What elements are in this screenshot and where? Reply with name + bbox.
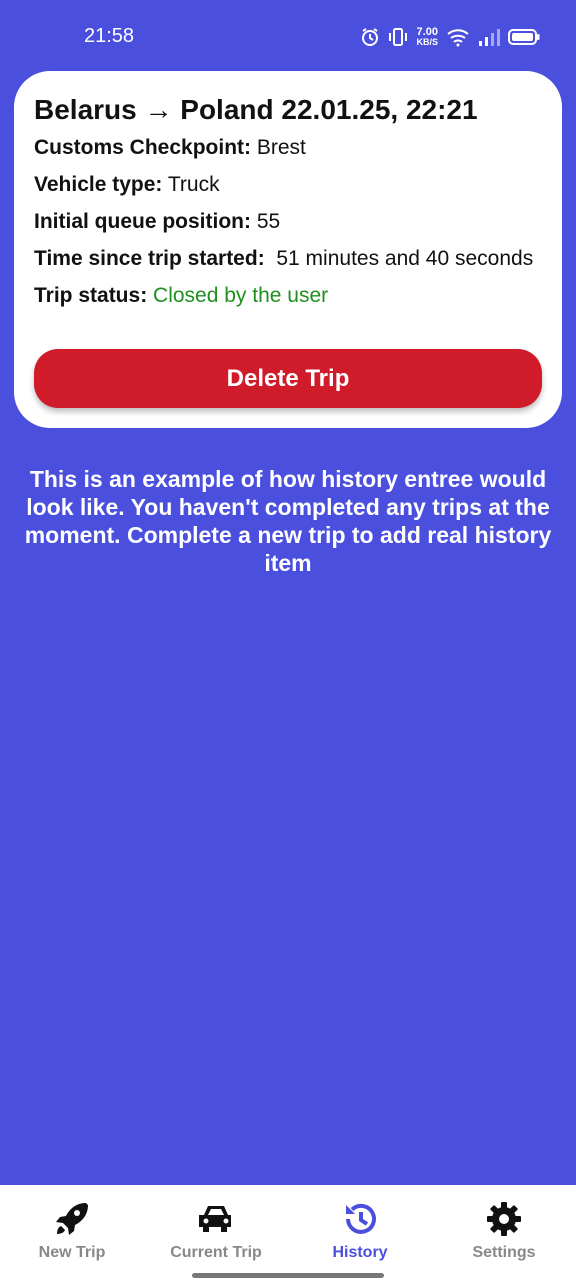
alarm-icon xyxy=(362,28,379,46)
home-indicator[interactable] xyxy=(192,1273,384,1278)
battery-icon xyxy=(508,29,540,45)
checkpoint-label: Customs Checkpoint: xyxy=(34,136,252,159)
status-icons: 7.00 KB/S xyxy=(360,24,540,50)
delete-trip-button[interactable]: Delete Trip xyxy=(34,349,542,408)
time-label: Time since trip started: xyxy=(34,247,265,270)
info-text: This is an example of how history entree… xyxy=(24,466,552,576)
car-icon xyxy=(199,1206,231,1232)
nav-history[interactable]: History xyxy=(288,1185,432,1280)
nav-label-settings: Settings xyxy=(472,1244,536,1261)
trip-title: Belarus → Poland 22.01.25, 22:21 xyxy=(34,94,478,125)
wifi-icon xyxy=(447,29,469,47)
nav-current-trip[interactable]: Current Trip xyxy=(144,1185,288,1280)
nav-label-new-trip: New Trip xyxy=(38,1244,106,1261)
nav-settings[interactable]: Settings xyxy=(432,1185,576,1280)
trip-history-card: Belarus → Poland 22.01.25, 22:21 Customs… xyxy=(14,71,562,428)
vehicle-label: Vehicle type: xyxy=(34,173,163,196)
status-row: Trip status: Closed by the user xyxy=(34,283,542,309)
bottom-nav: New Trip Current Trip History Settings xyxy=(0,1185,576,1280)
nav-label-history: History xyxy=(332,1244,388,1261)
checkpoint-row: Customs Checkpoint: Brest xyxy=(34,135,542,161)
queue-row: Initial queue position: 55 xyxy=(34,209,542,235)
nav-new-trip[interactable]: New Trip xyxy=(0,1185,144,1280)
nav-label-current-trip: Current Trip xyxy=(170,1244,262,1261)
checkpoint-value: Brest xyxy=(256,136,306,159)
vehicle-row: Vehicle type: Truck xyxy=(34,172,542,198)
status-value: Closed by the user xyxy=(153,284,329,307)
vibrate-icon xyxy=(389,28,408,46)
gear-icon xyxy=(487,1202,521,1236)
queue-value: 55 xyxy=(256,210,281,233)
time-row: Time since trip started: 51 minutes and … xyxy=(34,246,542,272)
status-bar: 21:58 7.00 KB/S xyxy=(0,0,576,72)
history-icon xyxy=(346,1203,376,1234)
signal-icon xyxy=(479,29,500,46)
net-speed: 7.00 KB/S xyxy=(416,26,438,47)
status-label: Trip status: xyxy=(34,284,148,307)
status-time: 21:58 xyxy=(84,25,135,47)
time-value: 51 minutes and 40 seconds xyxy=(276,247,534,270)
vehicle-value: Truck xyxy=(167,173,220,196)
rocket-icon xyxy=(56,1203,88,1235)
queue-label: Initial queue position: xyxy=(34,210,251,233)
